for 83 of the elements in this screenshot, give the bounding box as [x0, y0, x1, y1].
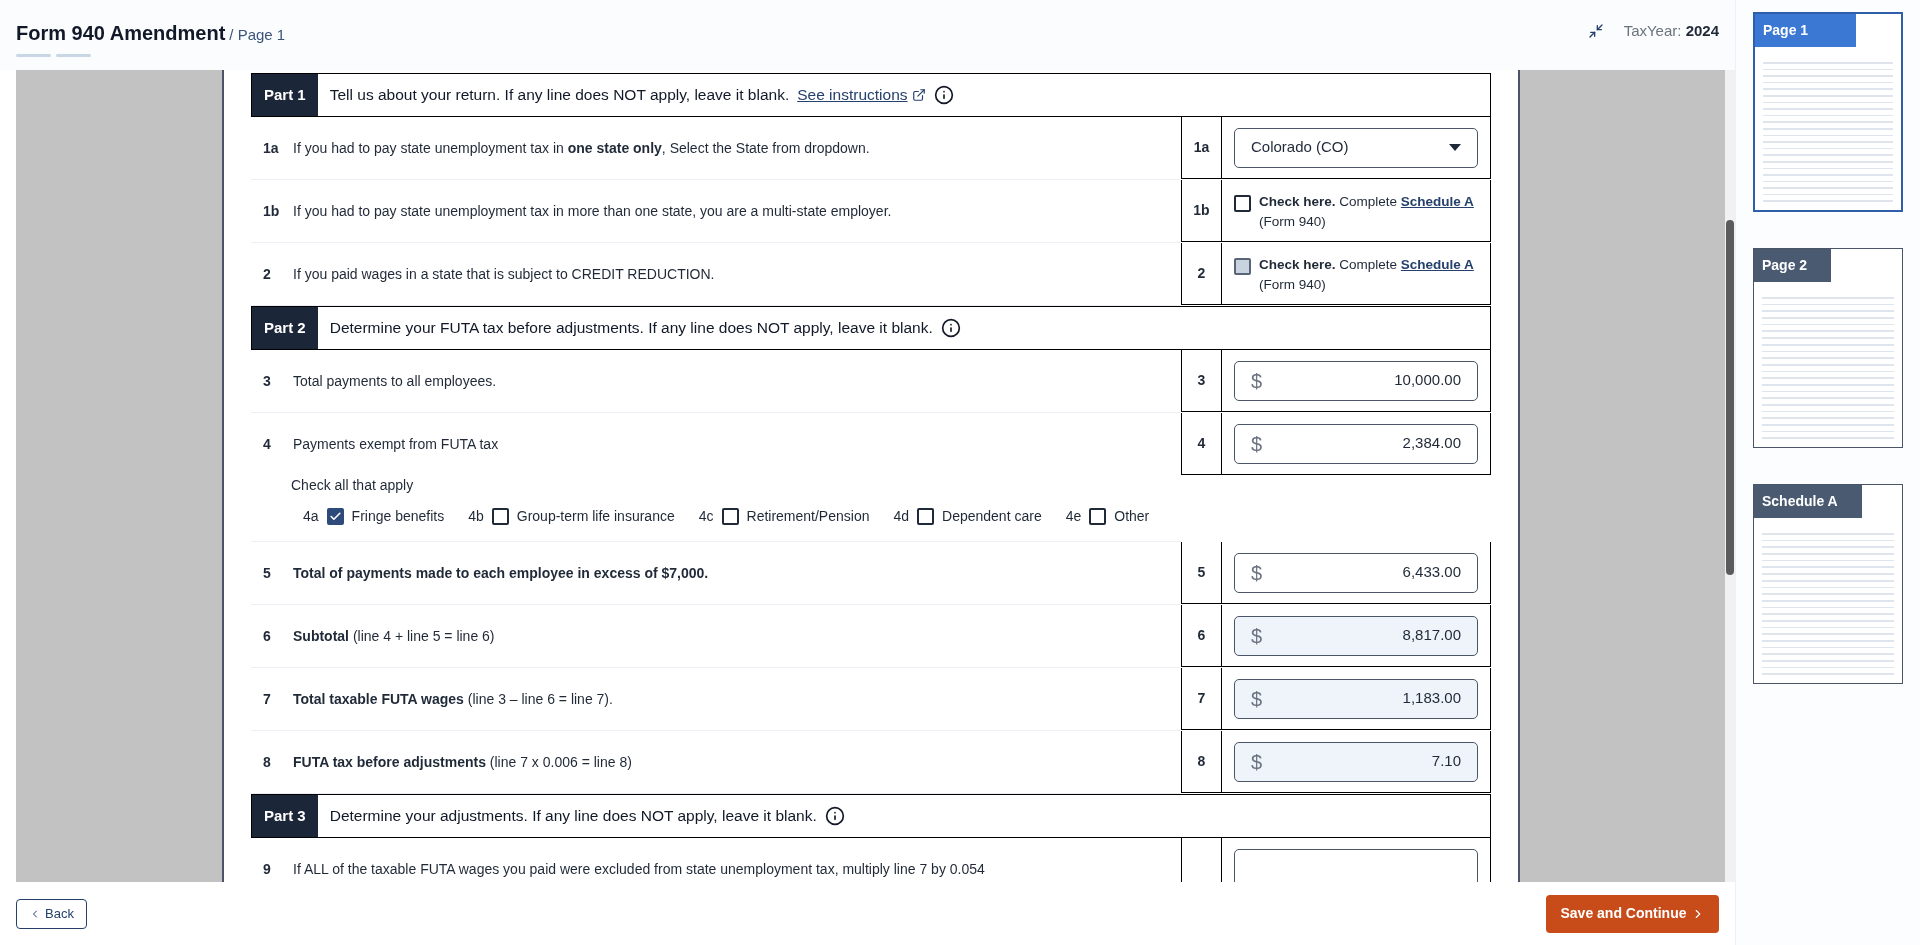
- line-text: If you had to pay state unemployment tax in one state only, Select the State from dropdown.: [293, 138, 870, 158]
- caret-down-icon: [1449, 144, 1461, 151]
- thumbnail-label: Schedule A: [1754, 485, 1862, 518]
- checkbox[interactable]: [491, 508, 509, 525]
- info-icon[interactable]: [824, 806, 845, 826]
- option-code: 4b: [468, 507, 484, 526]
- line-text: Total payments to all employees.: [293, 371, 497, 391]
- line-number: 9: [262, 859, 272, 879]
- amount-field[interactable]: $ 7.10: [1234, 741, 1478, 782]
- box-number: 1b: [1193, 201, 1210, 220]
- checkbox[interactable]: [917, 508, 935, 525]
- info-icon[interactable]: [933, 85, 954, 105]
- checkbox[interactable]: [1234, 195, 1251, 212]
- line-number: 4: [262, 434, 272, 454]
- option-label: Other: [1114, 507, 1150, 526]
- box-number: 3: [1197, 371, 1206, 390]
- checkbox[interactable]: [326, 508, 344, 525]
- line-number: 5: [262, 563, 272, 583]
- amount-field[interactable]: $ 1,183.00: [1234, 678, 1478, 719]
- page-thumbnail[interactable]: Page 2: [1753, 248, 1903, 448]
- line-number: 3: [262, 371, 272, 391]
- instructions-link[interactable]: See instructions: [797, 83, 926, 107]
- amount-field[interactable]: $ 2,384.00: [1234, 423, 1478, 464]
- amount-field[interactable]: $ 6,433.00: [1234, 552, 1478, 593]
- checkmark-icon: [328, 510, 342, 523]
- checkbox[interactable]: [721, 508, 739, 525]
- line-text: FUTA tax before adjustments (line 7 x 0.006 = line 8): [293, 752, 632, 772]
- checkbox-label: Check here. Complete Schedule A (Form 940): [1259, 256, 1474, 294]
- option-label: Fringe benefits: [351, 507, 445, 526]
- box-number: 6: [1197, 626, 1206, 645]
- amount-field[interactable]: [1234, 848, 1478, 882]
- line-text: Total of payments made to each employee in excess of $7,000.: [293, 563, 709, 583]
- line-number: 6: [262, 626, 272, 646]
- line-text: If ALL of the taxable FUTA wages you paid were excluded from state unemployment tax, multiply line 7 by 0.054: [293, 859, 985, 879]
- line-number: 1b: [262, 201, 281, 221]
- line-text: Subtotal (line 4 + line 5 = line 6): [293, 626, 495, 646]
- option-label: Retirement/Pension: [746, 507, 870, 526]
- box-number: 2: [1197, 264, 1206, 283]
- box-number: 7: [1197, 689, 1206, 708]
- part-label: Part 2: [252, 307, 318, 349]
- page-label: / Page 1: [229, 25, 286, 45]
- page-thumbnail[interactable]: Page 1: [1753, 12, 1903, 212]
- part-title: Determine your adjustments. If any line does NOT apply, leave it blank.: [329, 806, 817, 827]
- part-label: Part 3: [252, 795, 318, 837]
- schedule-link[interactable]: Schedule A: [1400, 194, 1474, 209]
- box-number: 8: [1197, 752, 1206, 771]
- part-label: Part 1: [252, 74, 318, 116]
- external-link-icon: [911, 88, 926, 102]
- box-number: 4: [1197, 434, 1206, 453]
- checkbox-label: Check here. Complete Schedule A (Form 940): [1259, 193, 1474, 231]
- line-text: Total taxable FUTA wages (line 3 – line 6 = line 7).: [293, 689, 613, 709]
- part-title: Determine your FUTA tax before adjustments. If any line does NOT apply, leave it blank.: [329, 318, 933, 339]
- option-label: Dependent care: [942, 507, 1042, 526]
- option-code: 4c: [698, 507, 714, 526]
- collapse-icon[interactable]: [1587, 23, 1604, 40]
- line-text: Payments exempt from FUTA tax: [293, 434, 499, 454]
- checkbox[interactable]: [1089, 508, 1107, 525]
- state-dropdown[interactable]: Colorado (CO): [1234, 127, 1478, 168]
- line-text: If you paid wages in a state that is subject to CREDIT REDUCTION.: [293, 264, 715, 284]
- back-button[interactable]: Back: [16, 898, 87, 929]
- page-thumbnail[interactable]: Schedule A: [1753, 484, 1903, 684]
- save-continue-button[interactable]: Save and Continue: [1546, 894, 1719, 933]
- amount-field[interactable]: $ 10,000.00: [1234, 360, 1478, 401]
- form-title: Form 940 Amendment: [16, 21, 226, 46]
- line-text: If you had to pay state unemployment tax in more than one state, you are a multi-state employer.: [293, 201, 892, 221]
- options-title: Check all that apply: [291, 476, 415, 495]
- line-number: 7: [262, 689, 272, 709]
- line-number: 1a: [262, 138, 280, 158]
- option-code: 4e: [1065, 507, 1082, 526]
- part-title: Tell us about your return. If any line does NOT apply, leave it blank.: [329, 85, 790, 106]
- option-label: Group-term life insurance: [516, 507, 675, 526]
- tax-year: TaxYear: 2024: [1623, 21, 1719, 41]
- line-number: 8: [262, 752, 272, 772]
- info-icon[interactable]: [940, 318, 961, 338]
- thumbnail-label: Page 1: [1755, 14, 1857, 47]
- option-code: 4d: [893, 507, 910, 526]
- amount-field[interactable]: $ 8,817.00: [1234, 615, 1478, 656]
- option-code: 4a: [303, 507, 319, 526]
- line-number: 2: [262, 264, 272, 284]
- scrollbar-thumb[interactable]: [1726, 220, 1734, 575]
- box-number: 5: [1197, 563, 1206, 582]
- box-number: 1a: [1193, 138, 1210, 157]
- thumbnail-label: Page 2: [1754, 249, 1832, 282]
